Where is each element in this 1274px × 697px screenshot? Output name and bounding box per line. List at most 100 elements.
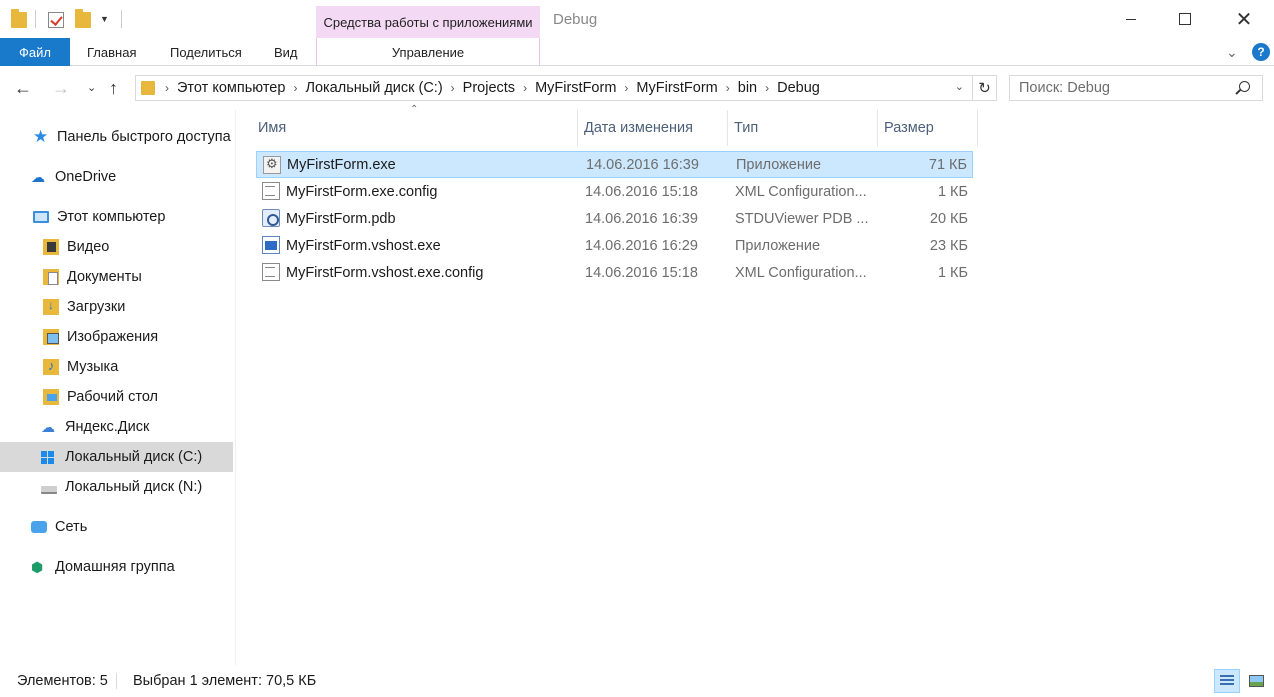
window-title: Debug	[553, 11, 598, 28]
tab-view[interactable]: Вид	[274, 38, 298, 66]
column-header-size[interactable]: Размер	[878, 110, 978, 146]
nav-item-label: Локальный диск (N:)	[65, 479, 203, 495]
file-row[interactable]: MyFirstForm.exe.config 14.06.2016 15:18 …	[256, 178, 973, 205]
close-button[interactable]: ✕	[1221, 0, 1267, 38]
nav-item-drive-c[interactable]: Локальный диск (C:)	[0, 442, 233, 472]
expand-ribbon-chevron-icon[interactable]: ⌄	[1226, 44, 1238, 61]
nav-item-downloads[interactable]: Загрузки	[0, 292, 233, 322]
documents-folder-icon	[43, 269, 59, 285]
nav-item-yandex-disk[interactable]: ☁ Яндекс.Диск	[0, 412, 233, 442]
separator	[121, 10, 122, 28]
pictures-folder-icon	[43, 329, 59, 345]
breadcrumb-item[interactable]: Локальный диск (C:)	[305, 80, 442, 96]
file-date: 14.06.2016 15:18	[585, 183, 698, 200]
cloud-icon: ☁	[31, 169, 45, 185]
file-name: MyFirstForm.vshost.exe.config	[286, 264, 484, 281]
folder-icon	[11, 9, 27, 28]
new-folder-icon[interactable]	[75, 9, 91, 28]
nav-item-label: Этот компьютер	[57, 209, 166, 225]
yandex-disk-icon: ☁	[41, 419, 55, 435]
nav-item-this-pc[interactable]: Этот компьютер	[0, 202, 233, 232]
nav-item-label: Яндекс.Диск	[65, 419, 150, 435]
file-date: 14.06.2016 16:29	[585, 237, 698, 254]
maximize-button[interactable]	[1162, 0, 1208, 38]
breadcrumb-separator[interactable]: ›	[451, 81, 455, 95]
tab-home[interactable]: Главная	[87, 38, 136, 66]
nav-item-quick-access[interactable]: ★ Панель быстрого доступа	[0, 122, 233, 152]
file-name: MyFirstForm.exe	[287, 156, 396, 173]
breadcrumb-separator[interactable]: ›	[726, 81, 730, 95]
recent-locations-chevron-icon[interactable]: ⌄	[87, 81, 96, 94]
network-icon	[31, 521, 47, 533]
nav-item-network[interactable]: Сеть	[0, 512, 233, 542]
file-row[interactable]: MyFirstForm.vshost.exe.config 14.06.2016…	[256, 259, 973, 286]
nav-item-homegroup[interactable]: ⬢ Домашняя группа	[0, 552, 233, 582]
file-row[interactable]: MyFirstForm.pdb 14.06.2016 16:39 STDUVie…	[256, 205, 973, 232]
tab-manage[interactable]: Управление	[316, 38, 540, 66]
breadcrumb-item[interactable]: Этот компьютер	[177, 80, 285, 96]
address-row: ← → ⌄ ↑ › Этот компьютер › Локальный дис…	[0, 66, 1274, 110]
breadcrumb-item[interactable]: MyFirstForm	[636, 80, 717, 96]
nav-item-music[interactable]: Музыка	[0, 352, 233, 382]
system-drive-icon	[41, 449, 57, 465]
separator	[35, 10, 36, 28]
breadcrumb-separator[interactable]: ›	[765, 81, 769, 95]
file-size: 20 КБ	[929, 210, 968, 227]
nav-item-label: Изображения	[67, 329, 159, 345]
selection-info: Выбран 1 элемент: 70,5 КБ	[133, 673, 317, 689]
breadcrumb-item[interactable]: Projects	[463, 80, 515, 96]
video-folder-icon	[43, 239, 59, 255]
nav-item-drive-n[interactable]: Локальный диск (N:)	[0, 472, 233, 502]
breadcrumb-item-current[interactable]: Debug	[777, 80, 820, 96]
properties-icon[interactable]	[48, 12, 64, 28]
file-name: MyFirstForm.vshost.exe	[286, 237, 441, 254]
file-type: XML Configuration...	[735, 264, 867, 281]
nav-item-videos[interactable]: Видео	[0, 232, 233, 262]
config-file-icon	[262, 182, 280, 200]
tab-file[interactable]: Файл	[0, 38, 70, 66]
back-button[interactable]: ←	[14, 78, 32, 99]
large-icons-view-button[interactable]	[1243, 669, 1269, 693]
customize-toolbar-chevron-icon[interactable]: ▼	[100, 14, 109, 24]
file-row[interactable]: MyFirstForm.vshost.exe 14.06.2016 16:29 …	[256, 232, 973, 259]
refresh-button[interactable]: ↻	[973, 75, 997, 101]
file-row[interactable]: MyFirstForm.exe 14.06.2016 16:39 Приложе…	[256, 151, 973, 178]
pdb-file-icon	[262, 209, 280, 227]
file-type: Приложение	[736, 156, 822, 173]
minimize-button[interactable]	[1108, 0, 1154, 38]
details-view-button[interactable]	[1214, 669, 1240, 693]
search-input[interactable]: Поиск: Debug	[1009, 75, 1263, 101]
file-name: MyFirstForm.exe.config	[286, 183, 438, 200]
column-header-name[interactable]: Имя	[252, 110, 578, 146]
nav-item-onedrive[interactable]: ☁ OneDrive	[0, 162, 233, 192]
status-divider	[116, 673, 117, 689]
breadcrumb-item[interactable]: MyFirstForm	[535, 80, 616, 96]
up-button[interactable]: ↑	[109, 78, 118, 99]
breadcrumb-separator[interactable]: ›	[523, 81, 527, 95]
column-header-date[interactable]: Дата изменения	[578, 110, 728, 146]
breadcrumb-item[interactable]: bin	[738, 80, 757, 96]
help-icon[interactable]: ?	[1252, 43, 1270, 61]
nav-item-documents[interactable]: Документы	[0, 262, 233, 292]
nav-item-label: Музыка	[67, 359, 119, 375]
address-history-chevron-icon[interactable]: ⌄	[955, 80, 964, 93]
star-icon: ★	[33, 127, 49, 146]
nav-item-pictures[interactable]: Изображения	[0, 322, 233, 352]
nav-item-label: Панель быстрого доступа	[57, 129, 231, 145]
breadcrumb-separator[interactable]: ›	[293, 81, 297, 95]
title-bar: ▼ Средства работы с приложениями Debug ✕	[0, 0, 1274, 38]
column-header-type[interactable]: Тип	[728, 110, 878, 146]
nav-item-desktop[interactable]: Рабочий стол	[0, 382, 233, 412]
file-type: Приложение	[735, 237, 821, 254]
file-date: 14.06.2016 16:39	[586, 156, 699, 173]
breadcrumb-separator[interactable]: ›	[165, 81, 169, 95]
tab-share[interactable]: Поделиться	[170, 38, 242, 66]
address-bar[interactable]: › Этот компьютер › Локальный диск (C:) ›…	[135, 75, 973, 101]
file-size: 1 КБ	[937, 183, 968, 200]
forward-button[interactable]: →	[52, 78, 70, 99]
column-headers: ⌃ Имя Дата изменения Тип Размер	[252, 104, 978, 146]
nav-item-label: Локальный диск (C:)	[65, 449, 203, 465]
breadcrumb-separator[interactable]: ›	[624, 81, 628, 95]
search-placeholder: Поиск: Debug	[1019, 80, 1110, 96]
navigation-pane[interactable]: ★ Панель быстрого доступа ☁ OneDrive Это…	[0, 110, 236, 665]
